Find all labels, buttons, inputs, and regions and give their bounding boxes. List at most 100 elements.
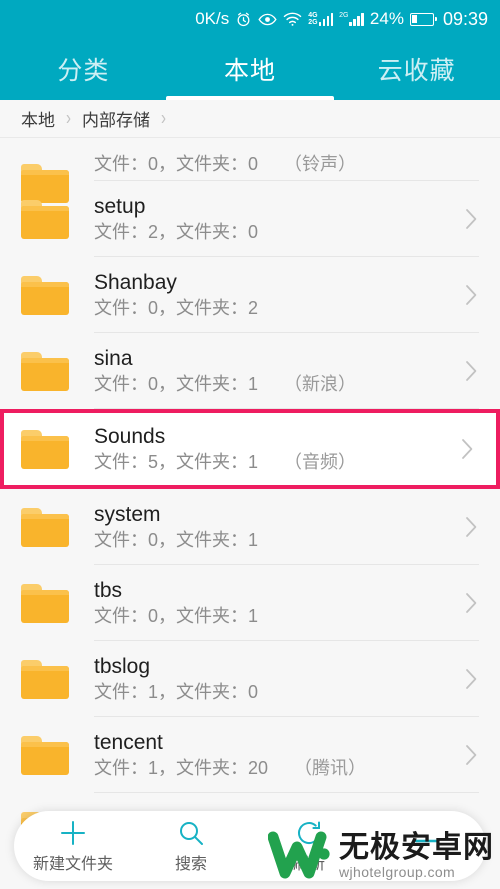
list-item-shanbay[interactable]: Shanbay 文件：0，文件夹：2: [0, 257, 500, 333]
file-list[interactable]: 文件：0，文件夹：0 （铃声） setup 文件：2，文件夹：0 Shanbay…: [0, 139, 500, 889]
clock-text: 09:39: [442, 8, 488, 29]
list-item-meta: 文件：5，文件夹：1: [94, 451, 259, 472]
list-item-meta: 文件：1，文件夹：0: [94, 681, 259, 702]
tab-cloud-favorites-label: 云收藏: [377, 57, 456, 85]
folder-icon: [21, 351, 69, 391]
tab-local[interactable]: 本地: [167, 38, 334, 100]
signal-2g-icon: 2G: [339, 12, 364, 26]
list-item-name: tbs: [94, 578, 123, 602]
breadcrumb-item-local[interactable]: 本地: [21, 106, 55, 131]
list-item-meta: 文件：0，文件夹：1: [94, 373, 259, 394]
network-speed-text: 0K/s: [195, 9, 230, 28]
list-item-meta-wrap: 文件：0，文件夹：1 （新浪）: [94, 372, 465, 397]
list-item-alias: （新浪）: [284, 373, 357, 394]
list-item-alias: （腾讯）: [294, 757, 367, 778]
list-item-name: setup: [94, 194, 146, 218]
chevron-right-icon: [465, 668, 478, 690]
folder-icon: [21, 275, 69, 315]
watermark-text: 无极安卓网 wjhotelgroup.com: [339, 832, 494, 880]
chevron-right-icon: [465, 208, 478, 230]
battery-percent-text: 24%: [369, 9, 404, 28]
list-item-setup[interactable]: setup 文件：2，文件夹：0: [0, 181, 500, 257]
folder-icon: [21, 659, 69, 699]
list-item-meta: 文件：0，文件夹：1: [94, 605, 259, 626]
list-item-name: Sounds: [94, 424, 166, 448]
signal-4g-icon: 4G 2G: [308, 12, 334, 26]
list-item-system[interactable]: system 文件：0，文件夹：1: [0, 489, 500, 565]
new-folder-label: 新建文件夹: [32, 855, 113, 873]
list-item-tbslog[interactable]: tbslog 文件：1，文件夹：0: [0, 641, 500, 717]
watermark-logo-icon: [268, 829, 330, 883]
chevron-right-icon: [465, 360, 478, 382]
signal-4g-bars: [318, 12, 334, 26]
list-item-sounds[interactable]: Sounds 文件：5，文件夹：1 （音频）: [0, 409, 500, 489]
chevron-right-icon: [465, 284, 478, 306]
list-item-texts: system 文件：0，文件夹：1: [94, 502, 465, 553]
list-item-meta-wrap: 文件：0，文件夹：0 （铃声）: [94, 152, 500, 181]
list-item-meta-wrap: 文件：1，文件夹：20 （腾讯）: [94, 756, 465, 781]
wifi-icon: [283, 11, 302, 27]
status-bar-items: 0K/s 4G 2G 2G 24% 09:39: [195, 9, 488, 30]
folder-icon: [21, 735, 69, 775]
list-item-meta-wrap: 文件：1，文件夹：0: [94, 680, 465, 705]
tab-cloud-favorites[interactable]: 云收藏: [333, 38, 500, 100]
list-item-meta-wrap: 文件：2，文件夹：0: [94, 220, 465, 245]
list-item-name: tbslog: [94, 654, 151, 678]
list-item-name: Shanbay: [94, 270, 177, 294]
breadcrumb: 本地 › 内部存储 ›: [0, 100, 500, 138]
list-item-tbs[interactable]: tbs 文件：0，文件夹：1: [0, 565, 500, 641]
list-item-meta-wrap: 文件：0，文件夹：1: [94, 604, 465, 629]
list-item[interactable]: 文件：0，文件夹：0 （铃声）: [0, 139, 500, 203]
chevron-right-icon: [461, 438, 474, 460]
list-item-tencent[interactable]: tencent 文件：1，文件夹：20 （腾讯）: [0, 717, 500, 793]
folder-icon: [21, 429, 69, 469]
eye-icon: [258, 11, 277, 28]
search-label: 搜索: [174, 855, 207, 873]
list-item-meta: 文件：0，文件夹：0: [94, 154, 259, 174]
tab-categories-label: 分类: [57, 57, 110, 85]
folder-icon: [21, 583, 69, 623]
search-icon: [177, 819, 205, 847]
list-item-texts: tencent 文件：1，文件夹：20 （腾讯）: [94, 730, 465, 781]
status-bar: 0K/s 4G 2G 2G 24% 09:39: [0, 0, 500, 38]
list-item-meta-wrap: 文件：5，文件夹：1 （音频）: [94, 450, 461, 475]
tab-local-label: 本地: [224, 57, 277, 85]
list-item-sina[interactable]: sina 文件：0，文件夹：1 （新浪）: [0, 333, 500, 409]
signal-2g-bars: [349, 12, 364, 26]
list-item-texts: Shanbay 文件：0，文件夹：2: [94, 270, 465, 321]
tab-categories[interactable]: 分类: [0, 38, 167, 100]
chevron-right-icon: ›: [161, 107, 166, 130]
chevron-right-icon: [465, 516, 478, 538]
list-item-texts: setup 文件：2，文件夹：0: [94, 194, 465, 245]
list-item-alias: （铃声）: [284, 154, 357, 174]
watermark-url: wjhotelgroup.com: [339, 864, 456, 880]
phone-screen: 0K/s 4G 2G 2G 24% 09:39 分类 本地 云收藏 本地 › 内…: [0, 0, 500, 889]
list-item-name: tencent: [94, 730, 163, 754]
list-item-meta-wrap: 文件：0，文件夹：2: [94, 296, 465, 321]
list-item-meta: 文件：1，文件夹：20: [94, 757, 269, 778]
signal-2g-label: 2G: [339, 12, 349, 19]
battery-icon: [409, 12, 437, 26]
chevron-right-icon: ›: [66, 107, 71, 130]
list-item-meta: 文件：0，文件夹：2: [94, 297, 259, 318]
list-item-name: sina: [94, 346, 133, 370]
list-item-texts: Sounds 文件：5，文件夹：1 （音频）: [94, 424, 461, 475]
alarm-clock-icon: [235, 11, 252, 28]
list-item-texts: tbs 文件：0，文件夹：1: [94, 578, 465, 629]
new-folder-button[interactable]: 新建文件夹: [14, 819, 132, 874]
watermark-title: 无极安卓网: [339, 831, 494, 864]
list-item-texts: sina 文件：0，文件夹：1 （新浪）: [94, 346, 465, 397]
list-item-name: system: [94, 502, 161, 526]
breadcrumb-item-internal-storage[interactable]: 内部存储: [82, 106, 150, 131]
search-button[interactable]: 搜索: [132, 819, 250, 874]
list-item-texts: 文件：0，文件夹：0 （铃声）: [94, 152, 500, 181]
list-item-meta: 文件：0，文件夹：1: [94, 529, 259, 550]
signal-4g-label: 4G 2G: [308, 12, 318, 26]
list-item-meta-wrap: 文件：0，文件夹：1: [94, 528, 465, 553]
list-item-meta: 文件：2，文件夹：0: [94, 221, 259, 242]
list-item-alias: （音频）: [284, 451, 357, 472]
watermark: 无极安卓网 wjhotelgroup.com: [268, 829, 494, 883]
folder-icon: [21, 507, 69, 547]
chevron-right-icon: [465, 592, 478, 614]
chevron-right-icon: [465, 744, 478, 766]
